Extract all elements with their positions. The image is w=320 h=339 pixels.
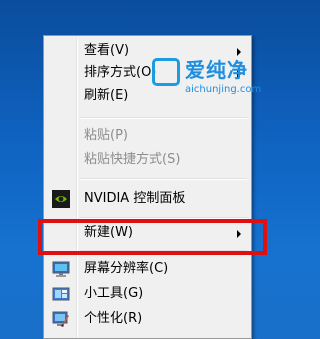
gadgets-icon [52,285,70,303]
watermark: 爱纯净 aichunjing.com [152,56,272,102]
personalize-icon [52,310,70,328]
menu-item-paste-shortcut[interactable]: 粘贴快捷方式(S) [46,149,249,171]
menu-item-label: 屏幕分辨率(C) [84,261,169,276]
menu-item-paste[interactable]: 粘贴(P) [46,125,249,147]
menu-separator [80,117,247,119]
watermark-logo-icon [152,58,180,86]
menu-separator [80,178,247,180]
menu-item-label: 查看(V) [84,43,130,58]
screen-resolution-icon [52,260,70,278]
menu-item-personalize[interactable]: 个性化(R) [46,308,249,330]
menu-item-label: 粘贴(P) [84,128,128,143]
highlight-box [38,219,267,255]
menu-item-label: 小工具(G) [84,286,144,301]
menu-item-label: 刷新(E) [84,88,129,103]
menu-item-label: NVIDIA 控制面板 [84,191,186,206]
submenu-arrow-icon [237,48,241,56]
menu-item-gadgets[interactable]: 小工具(G) [46,283,249,305]
menu-item-nvidia-control-panel[interactable]: NVIDIA 控制面板 [46,188,249,210]
desktop: { "menu": { "items": [ {"label": "查看(V)"… [0,0,307,339]
watermark-title: 爱纯净 [185,58,248,82]
menu-item-label: 排序方式(O) [84,65,157,80]
menu-item-label: 个性化(R) [84,311,143,326]
menu-item-label: 粘贴快捷方式(S) [84,152,181,167]
watermark-url: aichunjing.com [185,84,262,95]
menu-item-screen-resolution[interactable]: 屏幕分辨率(C) [46,258,249,280]
nvidia-icon [52,190,70,208]
